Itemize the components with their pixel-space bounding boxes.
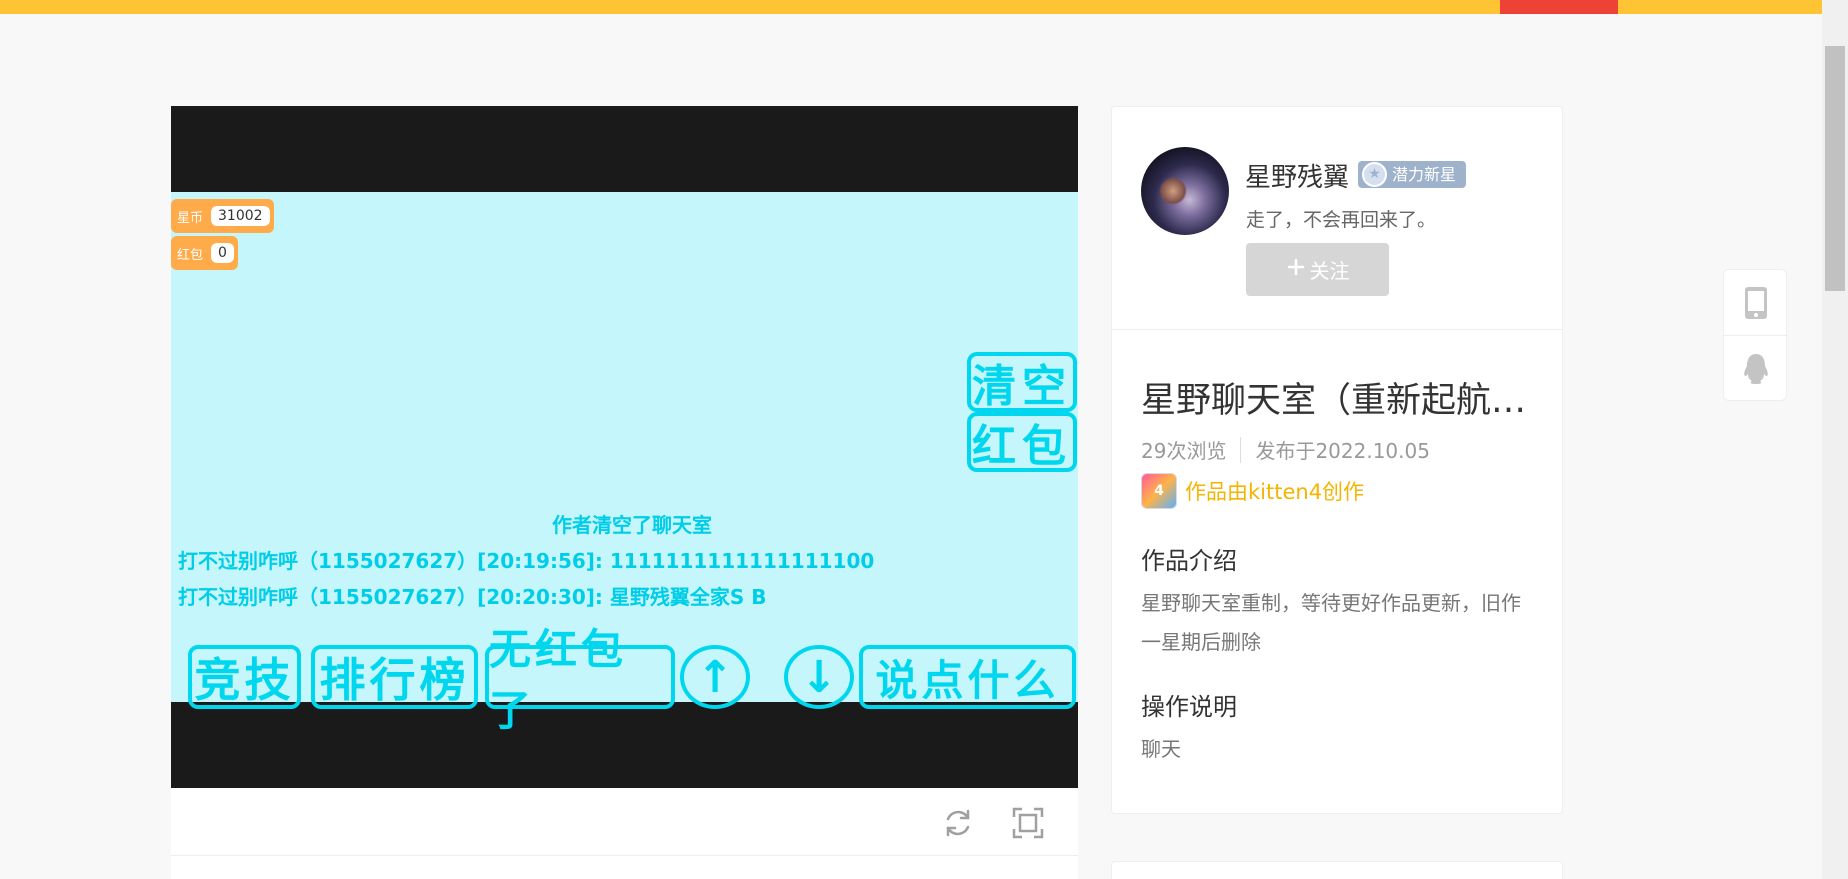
star-badge-icon: ★ xyxy=(1362,162,1387,187)
intro-text: 星野聊天室重制，等待更好作品更新，旧作一星期后删除 xyxy=(1141,591,1521,654)
top-bar xyxy=(0,0,1822,14)
say-something-button[interactable]: 说点什么 xyxy=(859,645,1076,709)
side-toolbar xyxy=(1723,269,1788,402)
intro-heading: 作品介绍 xyxy=(1141,547,1237,575)
operation-heading: 操作说明 xyxy=(1141,693,1237,721)
fullscreen-icon[interactable] xyxy=(1011,806,1045,840)
meta-separator xyxy=(1240,436,1242,463)
author-bio: 走了，不会再回来了。 xyxy=(1246,209,1437,231)
publish-date: 发布于2022.10.05 xyxy=(1255,439,1430,463)
stage-canvas[interactable]: 星币 31002 红包 0 清空 红包 作者清空了聊天室 打不过别咋呼（1155… xyxy=(171,192,1078,735)
operation-text: 聊天 xyxy=(1141,737,1181,761)
scrollbar-thumb[interactable] xyxy=(1825,46,1845,291)
follow-label: 关注 xyxy=(1309,259,1350,283)
author-card: 星野残翼 ★ 潜力新星 走了，不会再回来了。 关注 星野聊天室（重新起航… 29… xyxy=(1111,106,1563,814)
made-with-label[interactable]: 作品由kitten4创作 xyxy=(1185,476,1364,506)
leaderboard-button[interactable]: 排行榜 xyxy=(311,645,478,709)
variable-label: 星币 xyxy=(177,210,204,226)
top-bar-red-tab[interactable] xyxy=(1500,0,1618,14)
author-name[interactable]: 星野残翼 xyxy=(1245,157,1349,194)
chat-message: 打不过别咋呼（1155027627）[20:19:56]: 1111111111… xyxy=(178,549,875,573)
chat-system-message: 作者清空了聊天室 xyxy=(552,513,712,537)
no-red-packet-button[interactable]: 无红包了 xyxy=(485,625,675,735)
avatar[interactable] xyxy=(1141,147,1229,235)
secondary-card xyxy=(1111,861,1563,879)
kitten4-logo-icon: 4 xyxy=(1141,473,1177,509)
author-badge: ★ 潜力新星 xyxy=(1358,161,1467,188)
badge-label: 潜力新星 xyxy=(1392,165,1457,184)
view-count: 29次浏览 xyxy=(1141,439,1227,463)
variable-label: 红包 xyxy=(177,247,204,263)
refresh-icon[interactable] xyxy=(941,806,975,840)
clear-button[interactable]: 清空 xyxy=(967,352,1077,412)
scroll-up-button[interactable]: ↑ xyxy=(680,645,750,709)
scroll-down-button[interactable]: ↓ xyxy=(784,645,854,709)
page-scrollbar[interactable] xyxy=(1822,0,1848,879)
phone-icon[interactable] xyxy=(1724,270,1788,336)
chat-message: 打不过别咋呼（1155027627）[20:20:30]: 星野残翼全家S B xyxy=(178,585,767,609)
variable-red-packet: 红包 0 xyxy=(171,236,238,270)
plus-icon xyxy=(1286,257,1306,282)
qq-icon[interactable] xyxy=(1724,336,1788,402)
work-meta: 29次浏览 发布于2022.10.05 xyxy=(1141,435,1430,464)
work-title: 星野聊天室（重新起航… xyxy=(1141,381,1527,421)
variable-value: 31002 xyxy=(211,206,270,226)
variable-star-coins: 星币 31002 xyxy=(171,199,274,233)
made-with[interactable]: 4 作品由kitten4创作 xyxy=(1141,473,1364,509)
divider xyxy=(1112,329,1562,330)
red-packet-button[interactable]: 红包 xyxy=(967,412,1077,472)
player-toolbar xyxy=(171,788,1078,856)
below-player-panel xyxy=(171,856,1078,879)
compete-button[interactable]: 竞技 xyxy=(188,645,301,709)
project-player[interactable]: 星币 31002 红包 0 清空 红包 作者清空了聊天室 打不过别咋呼（1155… xyxy=(171,106,1078,788)
variable-value: 0 xyxy=(211,243,234,263)
follow-button[interactable]: 关注 xyxy=(1246,243,1389,296)
